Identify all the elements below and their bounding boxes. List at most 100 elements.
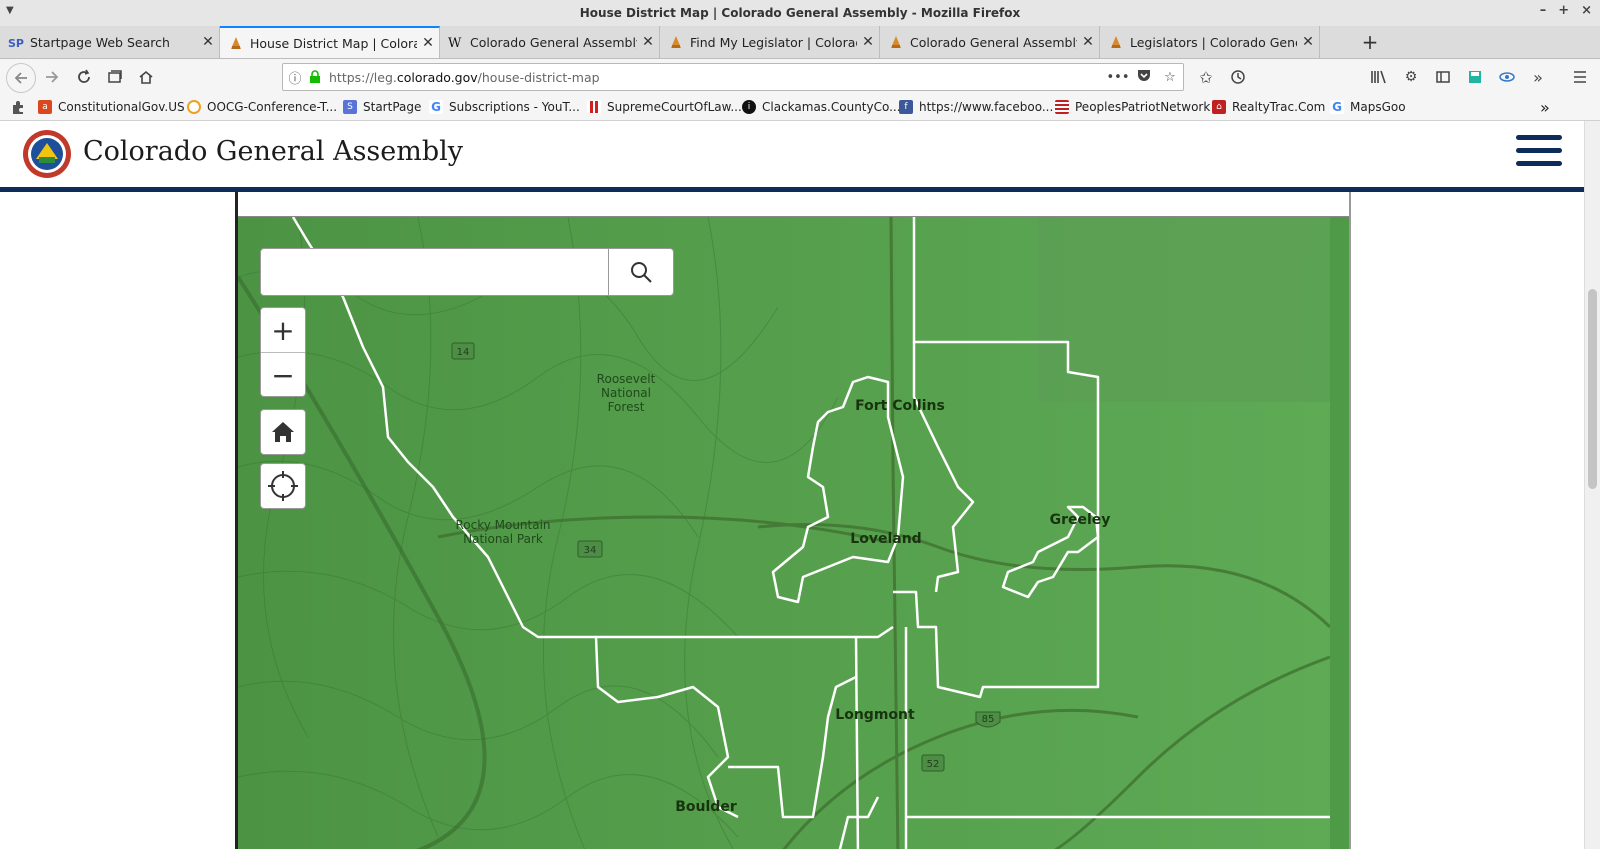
forest-label: Roosevelt — [597, 372, 656, 386]
bookmark-oocg[interactable]: OOCG-Conference-T... — [187, 98, 337, 116]
bookmark-realtytrac[interactable]: ⌂ RealtyTrac.Com — [1212, 98, 1325, 116]
site-title[interactable]: Colorado General Assembly — [83, 136, 463, 167]
close-tab-icon[interactable]: ✕ — [637, 34, 659, 50]
library-button[interactable] — [1365, 63, 1393, 91]
tab-house-district-map[interactable]: House District Map | Colorad ✕ — [220, 26, 440, 58]
bookmarks-overflow-button[interactable]: » — [1540, 98, 1550, 117]
map-canvas[interactable]: 14 34 85 52 Roosevelt National Forest Ro… — [238, 217, 1330, 849]
sidebar-icon — [1436, 71, 1450, 83]
bookmark-constitutionalgov[interactable]: a ConstitutionalGov.US — [38, 98, 185, 116]
close-tab-icon[interactable]: ✕ — [417, 35, 439, 51]
search-icon — [631, 262, 652, 283]
extension-button[interactable]: ⚙ — [1397, 63, 1425, 91]
url-text[interactable]: https://leg.colorado.gov/house-district-… — [323, 70, 1105, 85]
route-shield-52: 52 — [921, 754, 945, 772]
back-button[interactable] — [6, 63, 36, 93]
capitol-icon — [888, 34, 904, 50]
tabs-icon — [108, 70, 122, 83]
tab-find-legislator[interactable]: Find My Legislator | Colorado ✕ — [660, 26, 880, 58]
page-actions-icon[interactable]: ••• — [1105, 70, 1131, 85]
svg-text:14: 14 — [457, 347, 470, 358]
bookmark-star-icon[interactable]: ☆ — [1157, 70, 1183, 85]
bookmark-youtube-subscriptions[interactable]: G Subscriptions - YouT... — [429, 98, 580, 116]
eye-icon — [1499, 72, 1515, 82]
tab-label: Find My Legislator | Colorado — [690, 34, 857, 50]
close-tab-icon[interactable]: ✕ — [857, 34, 879, 50]
map-frame: 14 34 85 52 Roosevelt National Forest Ro… — [235, 192, 1351, 849]
locate-button[interactable] — [260, 463, 306, 509]
route-shield-14: 14 — [451, 342, 475, 360]
lock-icon[interactable] — [307, 70, 323, 84]
globe-icon: ⚙ — [1404, 69, 1418, 85]
page-scrollbar[interactable] — [1584, 121, 1600, 849]
new-tab-button[interactable]: + — [1356, 26, 1384, 58]
crosshair-icon — [268, 471, 298, 501]
sync-tabs-button[interactable] — [101, 63, 129, 91]
facebook-icon: f — [899, 100, 913, 114]
floppy-icon — [1469, 71, 1481, 83]
route-shield-34: 34 — [577, 540, 603, 558]
forward-arrow-icon — [46, 71, 59, 83]
navigation-toolbar: ⓘ https://leg.colorado.gov/house-distric… — [0, 59, 1600, 95]
forest-label: Forest — [608, 400, 645, 414]
bookmarks-menu-button[interactable]: ✩ — [1192, 63, 1220, 91]
ask-icon: a — [38, 100, 52, 114]
privacy-extension-button[interactable] — [1493, 63, 1521, 91]
map-search-box — [260, 248, 674, 296]
back-arrow-icon — [14, 72, 27, 84]
page-content: 14 34 85 52 Roosevelt National Forest Ro… — [0, 192, 1584, 849]
window-menu-icon[interactable]: ▼ — [6, 5, 14, 16]
tab-wikipedia[interactable]: W Colorado General Assembly - ✕ — [440, 26, 660, 58]
app-menu-button[interactable] — [1566, 63, 1594, 91]
default-extent-button[interactable] — [260, 409, 306, 455]
scrollbar-thumb[interactable] — [1588, 289, 1597, 489]
svg-text:52: 52 — [927, 759, 940, 770]
info-icon[interactable]: ⓘ — [283, 68, 307, 87]
tab-colorado-general-assembly[interactable]: Colorado General Assembly | ✕ — [880, 26, 1100, 58]
fort-collins-label: Fort Collins — [855, 398, 945, 414]
reload-icon — [78, 69, 90, 83]
minimize-button[interactable]: – — [1540, 3, 1547, 18]
zoom-in-button[interactable]: + — [261, 308, 305, 353]
window-titlebar: ▼ House District Map | Colorado General … — [0, 0, 1600, 26]
maximize-button[interactable]: + — [1558, 3, 1569, 18]
bookmark-peoplespatriot[interactable]: PeoplesPatriotNetwork — [1055, 98, 1210, 116]
bookmark-supremecourtoflaw[interactable]: SupremeCourtOfLaw... — [587, 98, 742, 116]
bookmark-facebook[interactable]: f https://www.faceboo... — [899, 98, 1053, 116]
window-title: House District Map | Colorado General As… — [579, 6, 1021, 20]
map-frame-top — [238, 192, 1349, 217]
close-tab-icon[interactable]: ✕ — [1077, 34, 1099, 50]
site-menu-button[interactable] — [1516, 135, 1562, 169]
url-bar[interactable]: ⓘ https://leg.colorado.gov/house-distric… — [282, 63, 1184, 91]
close-window-button[interactable]: × — [1581, 3, 1592, 18]
site-header: Colorado General Assembly — [0, 121, 1584, 192]
history-button[interactable] — [1224, 63, 1252, 91]
save-extension-button[interactable] — [1461, 63, 1489, 91]
home-button[interactable] — [132, 63, 160, 91]
tab-label: Startpage Web Search — [30, 34, 170, 50]
bookmark-clackamas[interactable]: i Clackamas.CountyCo... — [742, 98, 901, 116]
extensions-puzzle-icon[interactable] — [10, 98, 26, 116]
tab-legislators[interactable]: Legislators | Colorado Gener ✕ — [1100, 26, 1320, 58]
map-search-button[interactable] — [608, 249, 673, 295]
tab-startpage[interactable]: SP Startpage Web Search ✕ — [0, 26, 220, 58]
zoom-out-button[interactable]: − — [261, 353, 305, 397]
close-tab-icon[interactable]: ✕ — [197, 34, 219, 50]
home-icon — [139, 70, 153, 84]
bookmark-mapsgoo[interactable]: G MapsGoo — [1330, 98, 1406, 116]
forward-button[interactable] — [38, 63, 66, 91]
longmont-label: Longmont — [835, 707, 915, 723]
reload-button[interactable] — [70, 63, 98, 91]
pocket-icon[interactable] — [1131, 69, 1157, 86]
startpage-icon: SP — [8, 34, 24, 50]
close-tab-icon[interactable]: ✕ — [1297, 34, 1319, 50]
clock-icon — [1231, 70, 1245, 84]
greeley-label: Greeley — [1050, 512, 1111, 528]
district-map[interactable]: 14 34 85 52 Roosevelt National Forest Ro… — [238, 217, 1349, 849]
map-search-input[interactable] — [261, 249, 608, 295]
sidebar-button[interactable] — [1429, 63, 1457, 91]
colorado-seal-logo[interactable] — [22, 129, 72, 179]
overflow-menu-button[interactable]: » — [1524, 63, 1552, 91]
bookmark-startpage[interactable]: S StartPage — [343, 98, 421, 116]
bookmarks-toolbar: a ConstitutionalGov.US OOCG-Conference-T.… — [0, 95, 1600, 121]
